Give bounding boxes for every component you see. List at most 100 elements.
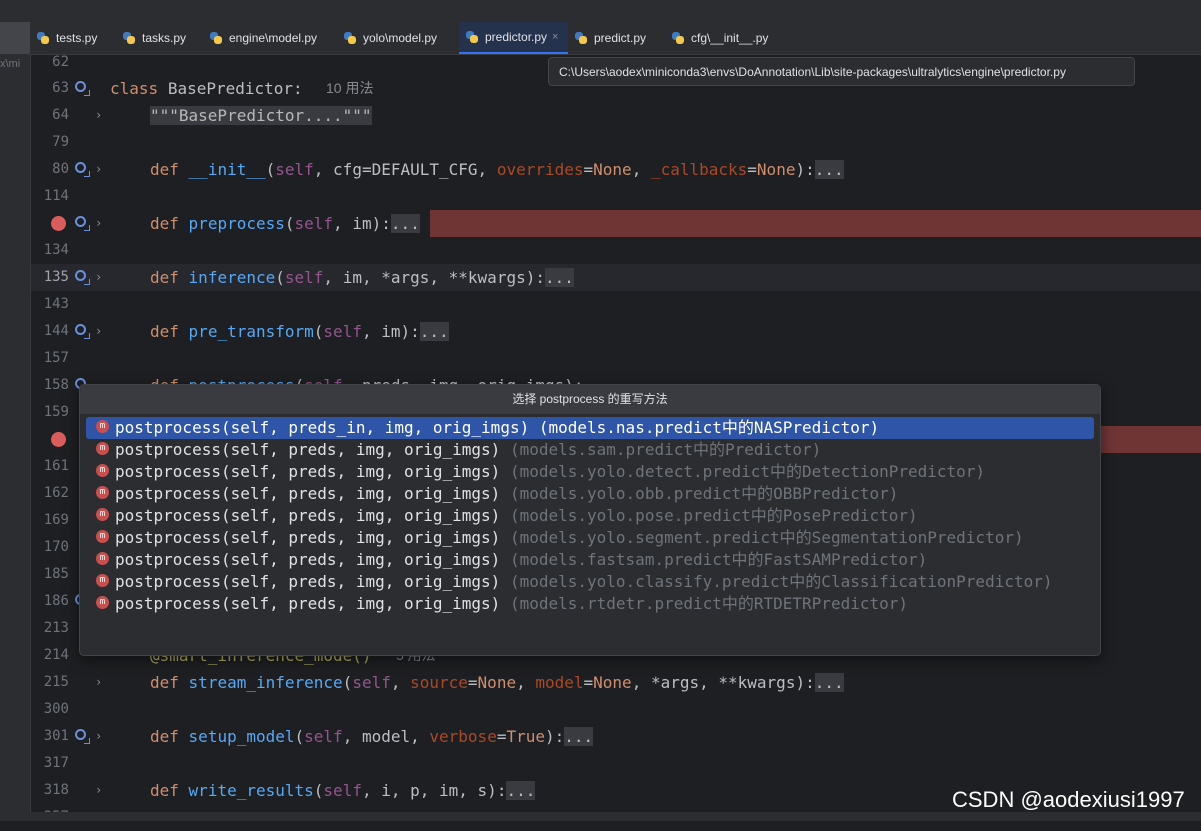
keyword-value: None	[593, 160, 632, 179]
method-location: (models.nas.predict中的NASPredictor)	[538, 418, 880, 437]
code-line-current: 135 › def inference(self, im, *args, **k…	[31, 264, 1201, 291]
keyword-value: True	[506, 727, 545, 746]
fold-chevron-icon[interactable]: ›	[95, 318, 102, 345]
keyword: def	[150, 727, 179, 746]
line-number: 134	[43, 242, 69, 258]
method-icon: m	[96, 574, 109, 587]
keyword-value: None	[477, 673, 517, 692]
named-param: source	[410, 673, 468, 692]
line-number: 161	[43, 458, 69, 474]
override-item[interactable]: m postprocess(self, preds, img, orig_imgs…	[86, 439, 1094, 461]
override-item[interactable]: m postprocess(self, preds, img, orig_imgs…	[86, 483, 1094, 505]
keyword: def	[150, 781, 179, 800]
code-line: 134	[31, 237, 1201, 264]
folded-region[interactable]: ...	[544, 268, 574, 287]
line-number: 62	[52, 54, 69, 70]
fold-chevron-icon[interactable]: ›	[95, 777, 102, 804]
line-number: 135	[43, 269, 69, 285]
overridden-icon[interactable]	[75, 324, 90, 339]
fold-chevron-icon[interactable]: ›	[95, 156, 102, 183]
line-number: 186	[43, 593, 69, 609]
folded-region[interactable]: ...	[390, 214, 420, 233]
code-line: 144 › def pre_transform(self, im):...	[31, 318, 1201, 345]
function-name: __init__	[188, 160, 266, 179]
override-item[interactable]: m postprocess(self, preds, img, orig_imgs…	[86, 461, 1094, 483]
method-icon: m	[96, 530, 109, 543]
keyword-value: None	[756, 160, 796, 179]
code-text: (	[275, 268, 285, 287]
code-line: 317	[31, 750, 1201, 777]
named-param: model	[535, 673, 584, 692]
overridden-icon[interactable]	[75, 81, 90, 96]
method-signature: postprocess(self, preds_in, img, orig_im…	[115, 418, 530, 437]
folded-region[interactable]: ...	[564, 727, 594, 746]
fold-chevron-icon[interactable]: ›	[95, 210, 102, 237]
python-file-icon	[343, 31, 357, 45]
close-icon[interactable]: ×	[552, 31, 558, 43]
line-number: 170	[43, 539, 69, 555]
code-text: (	[294, 727, 305, 746]
overridden-icon[interactable]	[75, 162, 90, 177]
fold-chevron-icon[interactable]: ›	[95, 669, 102, 696]
project-tool-button[interactable]	[0, 22, 30, 54]
colon: :	[293, 79, 303, 98]
method-icon: m	[96, 442, 109, 455]
usages-hint[interactable]: 10 用法	[326, 75, 373, 102]
code-text: , cfg=DEFAULT_CFG,	[313, 160, 497, 179]
override-item[interactable]: m postprocess(self, preds, img, orig_imgs…	[86, 571, 1094, 593]
folded-region[interactable]: ...	[814, 160, 844, 179]
line-number: 80	[52, 161, 69, 177]
line-number: 169	[43, 512, 69, 528]
self-param: self	[304, 727, 343, 746]
override-item[interactable]: m postprocess(self, preds, img, orig_imgs…	[86, 593, 1094, 615]
folded-docstring[interactable]: """BasePredictor...."""	[150, 106, 372, 125]
folded-region[interactable]: ...	[419, 322, 449, 341]
method-location: (models.yolo.detect.predict中的DetectionPr…	[509, 462, 986, 481]
keyword-value: None	[593, 673, 632, 692]
code-text: ):	[795, 160, 815, 179]
line-number: 215	[43, 674, 69, 690]
code-text: =	[583, 160, 594, 179]
status-bar	[0, 812, 1201, 821]
fold-chevron-icon[interactable]: ›	[95, 102, 102, 129]
fold-chevron-icon[interactable]: ›	[95, 264, 102, 291]
overridden-icon[interactable]	[75, 270, 90, 285]
python-file-icon	[465, 30, 479, 44]
self-param: self	[323, 322, 362, 341]
keyword: def	[150, 673, 179, 692]
folded-region[interactable]: ...	[506, 781, 536, 800]
method-location: (models.yolo.obb.predict中的OBBPredictor)	[509, 484, 899, 503]
code-text: , im):	[333, 214, 391, 233]
fold-chevron-icon[interactable]: ›	[95, 723, 102, 750]
code-line: 143	[31, 291, 1201, 318]
line-number: 144	[43, 323, 69, 339]
python-file-icon	[209, 31, 223, 45]
breakpoint-line-highlight	[430, 210, 1201, 237]
code-text: ):	[545, 727, 565, 746]
overridden-icon[interactable]	[75, 216, 90, 231]
code-text: (	[284, 214, 295, 233]
python-file-icon	[574, 31, 588, 45]
line-number: 213	[43, 620, 69, 636]
function-name: preprocess	[188, 214, 285, 233]
line-number: 158	[43, 377, 69, 393]
override-item[interactable]: m postprocess(self, preds, img, orig_imgs…	[86, 549, 1094, 571]
named-param: verbose	[429, 727, 497, 746]
function-name: stream_inference	[188, 673, 343, 692]
code-text: , model,	[342, 727, 430, 746]
override-item-selected[interactable]: m postprocess(self, preds_in, img, orig_i…	[86, 417, 1094, 439]
breakpoint-icon[interactable]	[51, 216, 66, 231]
line-number: 159	[43, 404, 69, 420]
left-tool-strip	[0, 22, 31, 821]
override-item[interactable]: m postprocess(self, preds, img, orig_imgs…	[86, 505, 1094, 527]
overridden-icon[interactable]	[75, 729, 90, 744]
breakpoint-icon[interactable]	[51, 432, 66, 447]
code-text: (	[265, 160, 276, 179]
watermark: CSDN @aodexiusi1997	[952, 787, 1185, 812]
line-number: 185	[43, 566, 69, 582]
folded-region[interactable]: ...	[814, 673, 844, 692]
named-param: _callbacks	[650, 160, 748, 179]
method-signature: postprocess(self, preds, img, orig_imgs)	[115, 484, 501, 503]
line-number: 214	[43, 647, 69, 663]
override-item[interactable]: m postprocess(self, preds, img, orig_imgs…	[86, 527, 1094, 549]
